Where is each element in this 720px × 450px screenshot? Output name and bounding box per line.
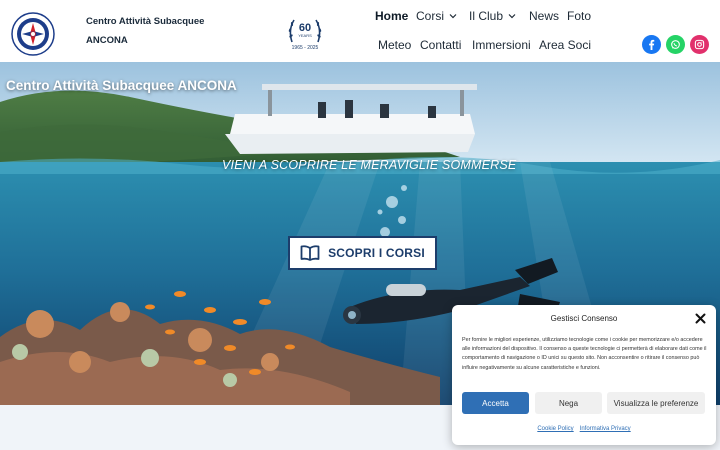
view-preferences-button[interactable]: Visualizza le preferenze xyxy=(607,392,705,414)
discover-courses-label: SCOPRI I CORSI xyxy=(328,246,425,260)
anniversary-caption: YEARS xyxy=(298,33,312,38)
facebook-icon xyxy=(649,39,655,50)
cookie-policy-link[interactable]: Cookie Policy xyxy=(537,426,573,432)
cookie-dialog-links: Cookie Policy Informativa Privacy xyxy=(452,426,716,432)
site-header: Centro Attività Subacquee ANCONA 60 YEAR… xyxy=(0,0,720,62)
nav-corsi[interactable]: Corsi xyxy=(416,9,457,23)
nav-il-club[interactable]: Il Club xyxy=(469,9,516,23)
instagram-icon xyxy=(694,39,705,50)
nav-foto-label: Foto xyxy=(567,9,592,23)
hero-tagline: VIENI A SCOPRIRE LE MERAVIGLIE SOMMERSE xyxy=(222,158,517,172)
cookie-dialog-text: Per fornire le migliori esperienze, util… xyxy=(462,337,707,371)
anniversary-60-logo: 60 YEARS 1965 - 2025 xyxy=(288,19,322,51)
club-logo[interactable] xyxy=(11,12,55,56)
instagram-link[interactable] xyxy=(690,35,709,54)
chevron-down-icon xyxy=(449,14,457,19)
accept-button[interactable]: Accetta xyxy=(462,392,529,414)
anniversary-range: 1965 - 2025 xyxy=(292,45,319,51)
nav-home-label: Home xyxy=(375,9,409,23)
discover-courses-button[interactable]: SCOPRI I CORSI xyxy=(288,236,437,270)
whatsapp-icon xyxy=(671,40,680,49)
close-icon[interactable] xyxy=(695,313,706,324)
nav-club-label: Il Club xyxy=(469,9,504,23)
site-name[interactable]: Centro Attività Subacquee ANCONA xyxy=(86,12,226,50)
nav-immersioni[interactable]: Immersioni xyxy=(472,38,531,52)
facebook-link[interactable] xyxy=(642,35,661,54)
nav-immersioni-label: Immersioni xyxy=(472,38,531,52)
cookie-consent-dialog: Gestisci Consenso Per fornire le miglior… xyxy=(452,305,716,445)
nav-contatti[interactable]: Contatti xyxy=(420,38,461,52)
nav-area-soci-label: Area Soci xyxy=(539,38,592,52)
nav-corsi-label: Corsi xyxy=(416,9,445,23)
nav-meteo-label: Meteo xyxy=(378,38,412,52)
hero-title: Centro Attività Subacquee ANCONA xyxy=(6,78,237,93)
nav-home[interactable]: Home xyxy=(375,9,408,23)
cookie-dialog-title: Gestisci Consenso xyxy=(550,314,618,323)
nav-meteo[interactable]: Meteo xyxy=(378,38,411,52)
nav-news[interactable]: News xyxy=(529,9,559,23)
chevron-down-icon xyxy=(508,14,516,19)
privacy-policy-link[interactable]: Informativa Privacy xyxy=(580,426,631,432)
nav-foto[interactable]: Foto xyxy=(567,9,591,23)
nav-news-label: News xyxy=(529,9,560,23)
nav-contatti-label: Contatti xyxy=(420,38,462,52)
whatsapp-link[interactable] xyxy=(666,35,685,54)
deny-button[interactable]: Nega xyxy=(535,392,602,414)
book-icon xyxy=(300,245,320,261)
nav-area-soci[interactable]: Area Soci xyxy=(539,38,591,52)
